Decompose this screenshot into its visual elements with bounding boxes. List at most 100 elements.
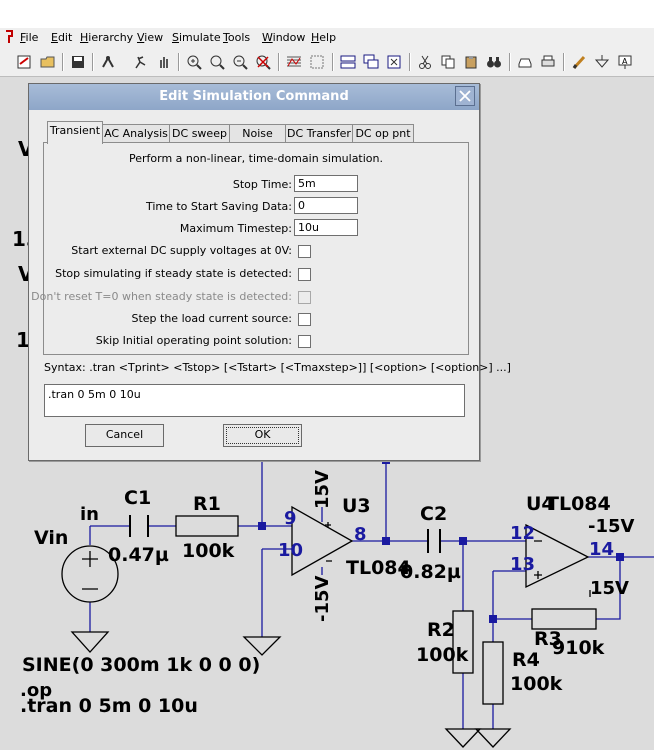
- toolbar-separator: [409, 53, 411, 71]
- tab-transient[interactable]: Transient: [47, 121, 103, 144]
- toolbar-separator: [62, 53, 64, 71]
- transient-panel: Perform a non-linear, time-domain simula…: [31, 142, 469, 355]
- dialog-title-bar[interactable]: Edit Simulation Command: [29, 84, 479, 110]
- tab-dc-sweep[interactable]: DC sweep: [169, 124, 230, 143]
- menu-file[interactable]: File: [20, 31, 38, 44]
- menu-help[interactable]: Help: [311, 31, 336, 44]
- u4-pin-12: 12: [510, 523, 536, 544]
- junction-c2-r2: [459, 537, 467, 545]
- toolbar-separator: [278, 53, 280, 71]
- menu-tools[interactable]: Tools: [223, 31, 250, 44]
- menu-window[interactable]: Window: [262, 31, 305, 44]
- option-skip-op-checkbox[interactable]: [298, 335, 311, 348]
- tab-dc-op-pnt[interactable]: DC op pnt: [352, 124, 414, 143]
- c1-symbol: [129, 515, 149, 537]
- option-steady-state-checkbox[interactable]: [298, 268, 311, 281]
- print-icon[interactable]: [538, 52, 558, 72]
- plot-icon[interactable]: [284, 52, 304, 72]
- tab-noise[interactable]: Noise: [229, 124, 286, 143]
- pan-icon[interactable]: [207, 52, 227, 72]
- r2-value: 100k: [416, 644, 469, 666]
- option-dc-supply-checkbox[interactable]: [298, 245, 311, 258]
- net-label-in: in: [80, 504, 99, 525]
- halt-icon[interactable]: [154, 52, 174, 72]
- c2-value: 0.82µ: [400, 561, 461, 583]
- edit-simulation-dialog: Edit Simulation Command Transient AC Ana…: [28, 83, 511, 461]
- panel-description: Perform a non-linear, time-domain simula…: [128, 152, 383, 165]
- cascade-icon[interactable]: [361, 52, 381, 72]
- tab-ac-analysis[interactable]: AC Analysis: [102, 124, 170, 143]
- start-saving-input[interactable]: [294, 197, 358, 214]
- toolbar-separator: [563, 53, 565, 71]
- label-icon[interactable]: A: [615, 52, 635, 72]
- option-step-load-checkbox[interactable]: [298, 313, 311, 326]
- toolbar-separator: [178, 53, 180, 71]
- option-dont-reset-checkbox: [298, 291, 311, 304]
- r4-value: 100k: [510, 673, 563, 695]
- r2-label: R2: [427, 619, 455, 641]
- stop-time-input[interactable]: [294, 175, 358, 192]
- control-panel-icon[interactable]: [98, 52, 118, 72]
- ground-r2: [444, 728, 482, 748]
- source-spec: SINE(0 300m 1k 0 0 0): [22, 654, 261, 676]
- max-timestep-input[interactable]: [294, 219, 358, 236]
- tile-horizontal-icon[interactable]: [338, 52, 358, 72]
- directive-tran: .tran 0 5m 0 10u: [20, 695, 198, 717]
- save-icon[interactable]: [68, 52, 88, 72]
- option-skip-op-label: Skip Initial operating point solution:: [95, 334, 292, 347]
- junction-r1-u3: [258, 522, 266, 530]
- junction-r3-r4: [489, 615, 497, 623]
- u3-label: U3: [342, 495, 371, 517]
- toolbar-separator: [332, 53, 334, 71]
- toolbar-separator: [509, 53, 511, 71]
- paste-icon[interactable]: [461, 52, 481, 72]
- c2-label: C2: [420, 503, 448, 525]
- u4-vpos-label: 15V: [590, 578, 629, 599]
- u3-pin-9: 9: [284, 508, 297, 529]
- cancel-button[interactable]: Cancel: [85, 424, 164, 447]
- start-saving-label: Time to Start Saving Data:: [145, 200, 292, 213]
- option-dc-supply-label: Start external DC supply voltages at 0V:: [71, 244, 292, 257]
- r4-label: R4: [512, 649, 540, 671]
- u4-pin-13: 13: [510, 554, 536, 575]
- zoom-out-icon[interactable]: [230, 52, 250, 72]
- zoom-cancel-icon[interactable]: [253, 52, 273, 72]
- toolbar-separator: [92, 53, 94, 71]
- menu-hierarchy[interactable]: Hierarchy: [80, 31, 133, 44]
- menu-simulate[interactable]: Simulate: [172, 31, 221, 44]
- u4-pin-14: 14: [589, 539, 615, 560]
- copy-icon[interactable]: [438, 52, 458, 72]
- u3-vneg-label: -15V: [312, 575, 333, 622]
- menu-view[interactable]: View: [137, 31, 163, 44]
- option-dont-reset-label: Don't reset T=0 when steady state is det…: [31, 290, 292, 303]
- u4-opamp-symbol: [525, 523, 590, 589]
- stop-time-label: Stop Time:: [232, 178, 292, 191]
- command-textarea[interactable]: .tran 0 5m 0 10u: [44, 384, 465, 417]
- autorange-icon[interactable]: [307, 52, 327, 72]
- zoom-in-icon[interactable]: [184, 52, 204, 72]
- u4-input-marks: [534, 540, 542, 579]
- c1-value: 0.47µ: [108, 544, 169, 566]
- syntax-text: Syntax: .tran <Tprint> <Tstop> [<Tstart>…: [44, 361, 511, 374]
- junction-u4-out: [616, 553, 624, 561]
- undo-icon[interactable]: [515, 52, 535, 72]
- tab-dc-transfer[interactable]: DC Transfer: [285, 124, 353, 143]
- r1-label: R1: [193, 493, 221, 515]
- open-icon[interactable]: [38, 52, 58, 72]
- close-button[interactable]: [455, 86, 475, 106]
- cut-icon[interactable]: [415, 52, 435, 72]
- run-icon[interactable]: [130, 52, 150, 72]
- wire-icon[interactable]: [569, 52, 589, 72]
- close-all-icon[interactable]: [384, 52, 404, 72]
- ground-icon[interactable]: [592, 52, 612, 72]
- ground-u3: [242, 636, 282, 656]
- menu-edit[interactable]: Edit: [51, 31, 72, 44]
- new-schematic-icon[interactable]: [14, 52, 34, 72]
- close-icon: [459, 90, 471, 102]
- title-strip: [0, 0, 654, 29]
- r1-value: 100k: [182, 540, 235, 562]
- ground-r4: [474, 728, 512, 748]
- find-icon[interactable]: [484, 52, 504, 72]
- u4-vneg-label: -15V: [588, 516, 635, 537]
- ok-button[interactable]: OK: [223, 424, 302, 447]
